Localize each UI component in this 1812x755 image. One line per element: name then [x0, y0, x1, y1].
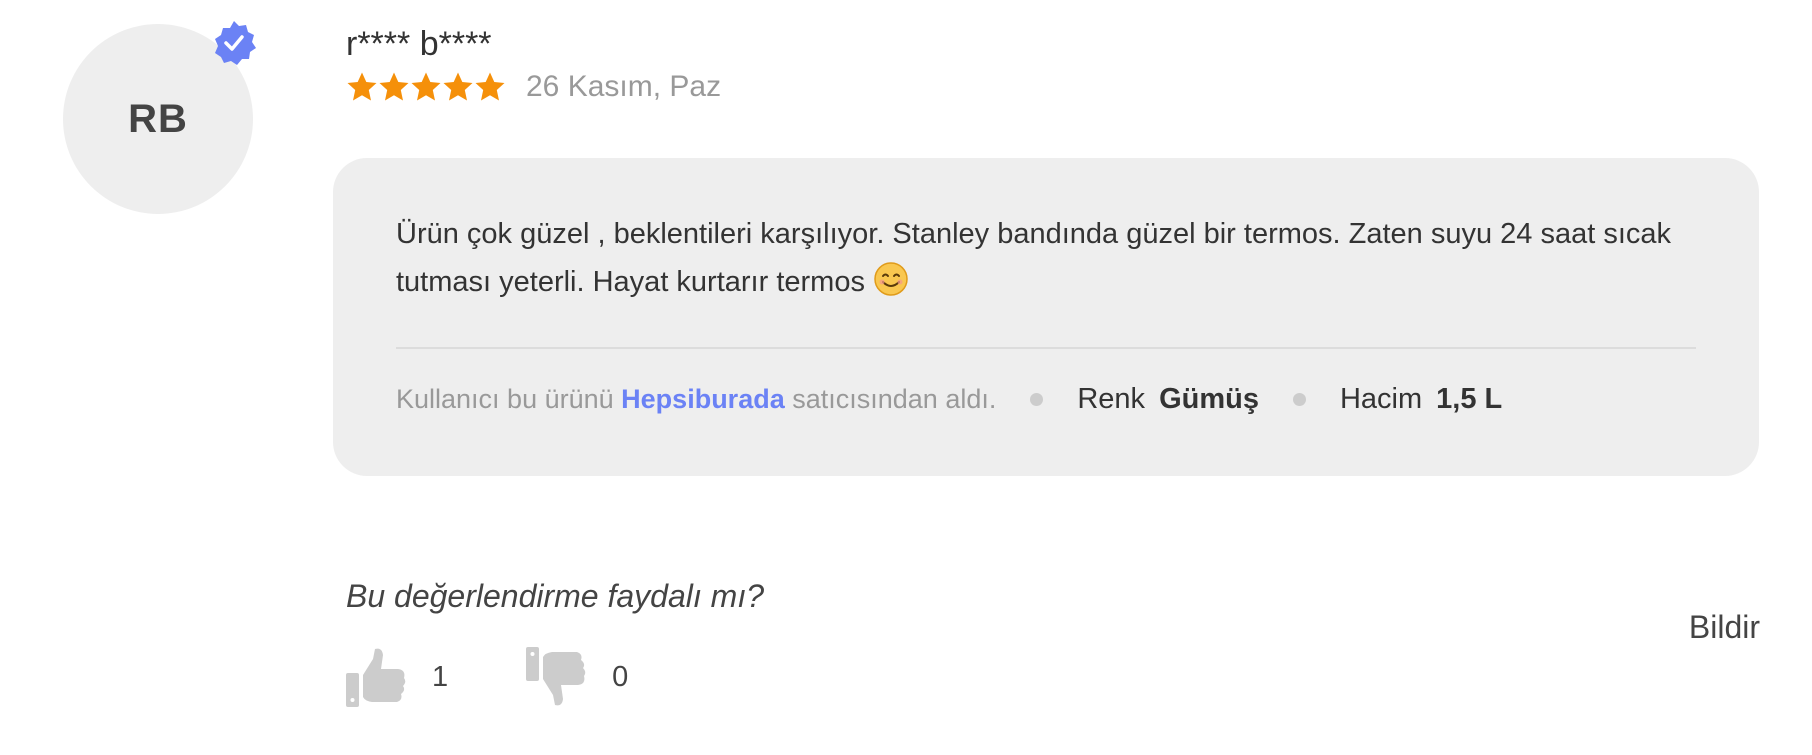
star-rating: [346, 71, 506, 103]
seller-suffix: satıcısından aldı.: [792, 383, 997, 414]
separator-dot: [1030, 392, 1044, 406]
volume-value: 1,5 L: [1436, 382, 1503, 415]
like-count: 1: [432, 660, 449, 693]
dislike-count: 0: [612, 660, 629, 693]
purchase-meta: Kullanıcı bu ürünü Hepsiburada satıcısın…: [396, 378, 1502, 420]
like-button[interactable]: 1: [346, 645, 448, 709]
dislike-button[interactable]: 0: [526, 645, 628, 709]
review-date: 26 Kasım, Paz: [526, 70, 722, 103]
star-icon: [378, 71, 410, 103]
seller-link[interactable]: Hepsiburada: [621, 384, 785, 414]
verified-badge-icon: [211, 20, 257, 66]
star-icon: [442, 71, 474, 103]
helpful-question: Bu değerlendirme faydalı mı?: [346, 578, 764, 614]
seller-prefix: Kullanıcı bu ürünü: [396, 383, 614, 414]
star-icon: [410, 71, 442, 103]
avatar-initials: RB: [128, 96, 188, 141]
review-body: Ürün çok güzel , beklentileri karşılıyor…: [333, 158, 1759, 476]
review-text-content: Ürün çok güzel , beklentileri karşılıyor…: [396, 218, 1672, 298]
separator-dot: [1292, 392, 1306, 406]
star-icon: [346, 71, 378, 103]
review-text: Ürün çok güzel , beklentileri karşılıyor…: [396, 210, 1716, 306]
divider: [396, 347, 1696, 349]
rating-row: 26 Kasım, Paz: [346, 66, 721, 108]
seller-note: Kullanıcı bu ürünü Hepsiburada satıcısın…: [396, 384, 996, 415]
report-button[interactable]: Bildir: [1689, 609, 1760, 646]
thumbs-down-icon: [526, 645, 590, 709]
volume-label: Hacim: [1339, 382, 1423, 415]
smiling-face-icon: [873, 261, 909, 297]
color-label: Renk: [1077, 382, 1146, 415]
review-card: RB r**** b**** 26 Kasım, Paz Ürün çok gü…: [0, 0, 1812, 755]
star-icon: [474, 71, 506, 103]
vote-row: 1 0: [346, 643, 628, 711]
color-value: Gümüş: [1159, 382, 1259, 415]
reviewer-name: r**** b****: [346, 25, 492, 63]
thumbs-up-icon: [346, 645, 410, 709]
